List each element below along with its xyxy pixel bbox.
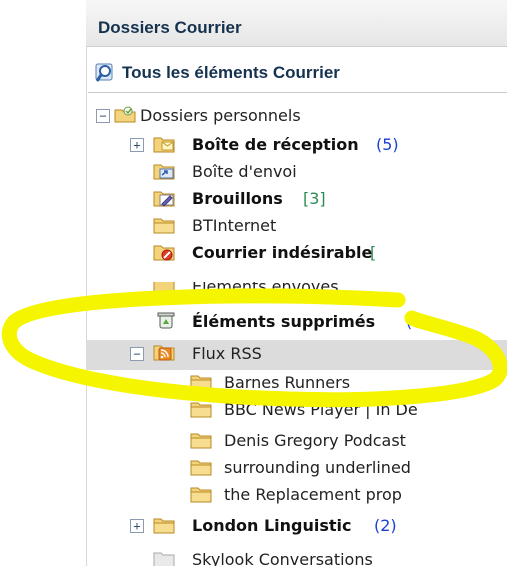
tree-item-label: BBC News Player | In De [224,400,418,419]
junk-count: [! [370,243,376,262]
tree-item-label: Dossiers personnels [140,106,301,125]
sent-folder-icon [153,282,175,294]
tree-item-label: BTInternet [192,216,277,235]
collapse-icon[interactable]: − [96,109,110,123]
tree-item-label: Boîte d'envoi [192,162,297,181]
outbox-folder-icon [153,164,175,180]
folder-icon [190,375,212,391]
tree-item-label: Boîte de réception [192,135,359,154]
trash-icon [157,312,175,329]
inbox-folder-icon [153,137,175,153]
tree-item-label: surrounding underlined [224,458,411,477]
folder-icon [153,518,175,534]
tree-item-junk[interactable]: Courrier indésirable [! [130,241,376,267]
tree-item-deleted[interactable]: Éléments supprimés ( [130,310,416,336]
draft-count: [3] [303,189,326,208]
tree-item-label: Courrier indésirable [192,243,373,262]
unread-count: (2) [374,516,397,535]
folder-icon [190,402,212,418]
tree-item-rss-feed[interactable]: the Replacement prop [190,483,500,509]
tree-item-label: Flux RSS [192,344,262,363]
folder-icon [190,460,212,476]
tree-item-label: Éléments envoyés [192,282,339,296]
tree-item-label: Skylook Conversations [192,552,373,566]
deleted-count: ( [406,312,413,331]
personal-folders-icon [114,106,136,123]
search-icon [95,63,113,82]
tree-item-rss-feed[interactable]: BBC News Player | In De [190,398,448,420]
collapse-icon[interactable]: − [130,347,144,361]
tree-item-rss-feed[interactable]: Denis Gregory Podcast [190,429,500,455]
tree-item-rss-feeds[interactable]: − Flux RSS [130,342,500,368]
tree-item-london-linguistic[interactable]: + London Linguistic (2) [130,514,500,540]
drafts-folder-icon [153,191,175,207]
tree-item-personal-folders[interactable]: − Dossiers personnels [96,104,496,130]
tree-item-label: London Linguistic [192,516,352,535]
folder-icon [190,487,212,503]
rss-folder-icon [153,345,175,361]
pane-title: Dossiers Courrier [98,18,242,37]
folder-icon [153,552,175,566]
tree-item-rss-feed[interactable]: Barnes Runners [190,371,500,397]
unread-count: (5) [376,135,399,154]
pane-divider [86,0,87,566]
tree-item-label: Brouillons [192,189,283,208]
expand-icon[interactable]: + [130,519,144,533]
tree-item-skylook[interactable]: Skylook Conversations [130,552,500,566]
tree-item-label: the Replacement prop [224,485,402,504]
tree-item-rss-feed[interactable]: surrounding underlined [190,456,448,482]
junk-folder-icon [153,245,175,261]
folder-icon [153,218,175,234]
tree-item-inbox[interactable]: + Boîte de réception (5) [130,133,500,159]
tree-item-label: Éléments supprimés [192,312,376,331]
tree-item-label: Denis Gregory Podcast [224,431,406,450]
folder-icon [190,433,212,449]
tree-item-drafts[interactable]: Brouillons [3] [130,187,500,213]
tree-item-outbox[interactable]: Boîte d'envoi [130,160,500,186]
tree-item-sent[interactable]: Éléments envoyés [130,282,500,300]
all-mail-items-label[interactable]: Tous les éléments Courrier [122,63,340,83]
tree-item-label: Barnes Runners [224,373,351,392]
expand-icon[interactable]: + [130,138,144,152]
tree-item-btinternet[interactable]: BTInternet [130,214,500,240]
